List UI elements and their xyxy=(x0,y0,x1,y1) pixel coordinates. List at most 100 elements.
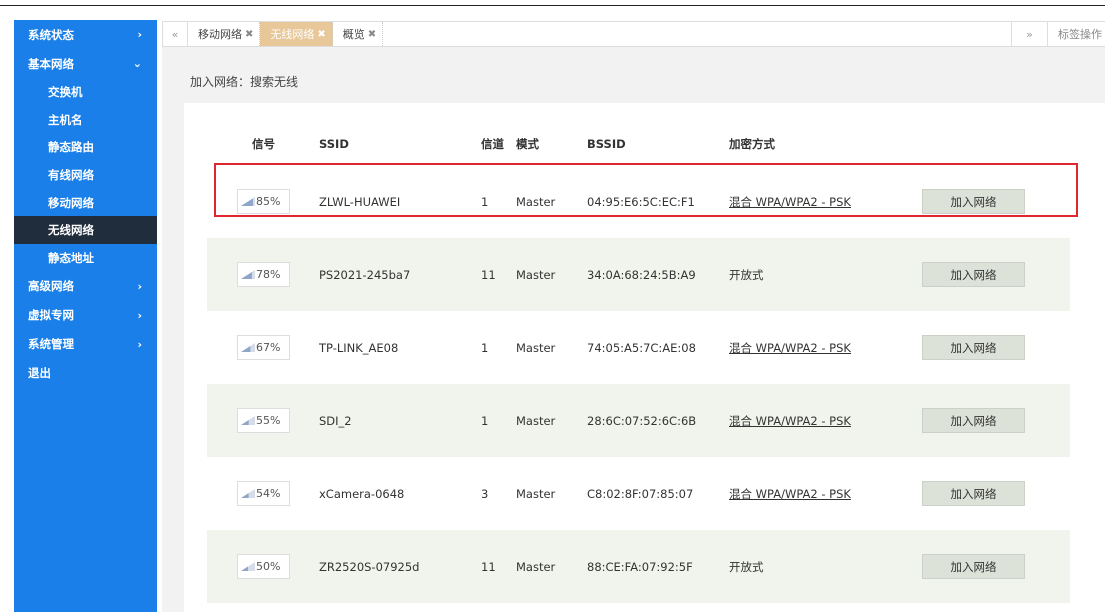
sidebar-item-system-status[interactable]: 系统状态 › xyxy=(14,20,157,49)
channel-cell: 1 xyxy=(481,413,489,428)
encryption-link[interactable]: 混合 WPA/WPA2 - PSK xyxy=(729,414,851,428)
sidebar-subitem-static-route[interactable]: 静态路由 xyxy=(14,133,157,161)
tab-list: 移动网络 ✖ 无线网络 ✖ 概览 ✖ xyxy=(187,22,384,46)
table-row: 54% xCamera-0648 3 Master C8:02:8F:07:85:07 混… xyxy=(207,457,1070,530)
encryption-cell: 混合 WPA/WPA2 - PSK xyxy=(728,340,920,356)
encryption-cell: 混合 WPA/WPA2 - PSK xyxy=(728,486,920,502)
close-icon[interactable]: ✖ xyxy=(245,29,253,40)
signal-value: 85% xyxy=(256,195,281,208)
bssid-cell: 74:05:A5:7C:AE:08 xyxy=(587,340,696,355)
close-icon[interactable]: ✖ xyxy=(368,29,376,40)
tab-label: 概览 xyxy=(342,28,365,41)
signal-indicator: 67% xyxy=(237,335,290,360)
sidebar-item-system-management[interactable]: 系统管理 › xyxy=(14,330,157,359)
mode-cell: Master xyxy=(516,267,556,282)
channel-cell: 1 xyxy=(481,340,489,355)
sidebar-subitem-mobile-network[interactable]: 移动网络 xyxy=(14,189,157,217)
tab-overview[interactable]: 概览 ✖ xyxy=(333,22,384,46)
tab-label: 无线网络 xyxy=(270,28,315,41)
table-row: 85% ZLWL-HUAWEI 1 Master 04:95:E6:5C:EC:F1 混合… xyxy=(207,165,1070,238)
table-row: 55% SDI_2 1 Master 28:6C:07:52:6C:6B 混合 WPA/W… xyxy=(207,384,1070,457)
signal-cell: 67% xyxy=(207,335,302,360)
join-network-button[interactable]: 加入网络 xyxy=(922,335,1025,360)
signal-indicator: 78% xyxy=(237,262,290,287)
signal-cell: 50% xyxy=(207,554,302,579)
signal-value: 78% xyxy=(256,268,281,281)
sidebar-item-label: 高级网络 xyxy=(28,279,74,294)
chevron-right-icon: › xyxy=(137,337,142,351)
signal-cell: 55% xyxy=(207,408,302,433)
wireless-scan-panel: 信号 SSID 信道 模式 BSSID 加密方式 85% ZLWL-HUAWEI 1… xyxy=(184,103,1105,612)
action-cell: 加入网络 xyxy=(920,189,1070,214)
encryption-link[interactable]: 混合 WPA/WPA2 - PSK xyxy=(729,487,851,501)
signal-strength-icon xyxy=(241,489,255,498)
header-signal: 信号 xyxy=(252,136,275,151)
mode-cell: Master xyxy=(516,559,556,574)
close-icon[interactable]: ✖ xyxy=(317,29,325,40)
join-network-button[interactable]: 加入网络 xyxy=(922,554,1025,579)
header-ssid: SSID xyxy=(319,136,349,151)
sidebar-item-vpn[interactable]: 虚拟专网 › xyxy=(14,301,157,330)
chevron-down-icon: ⌄ xyxy=(132,57,142,70)
table-body: 85% ZLWL-HUAWEI 1 Master 04:95:E6:5C:EC:F1 混合… xyxy=(207,165,1070,603)
encryption-link[interactable]: 混合 WPA/WPA2 - PSK xyxy=(729,195,851,209)
mode-cell: Master xyxy=(516,340,556,355)
chevron-right-icon: › xyxy=(137,279,142,293)
encryption-link[interactable]: 混合 WPA/WPA2 - PSK xyxy=(729,341,851,355)
sidebar-subitem-switch[interactable]: 交换机 xyxy=(14,78,157,106)
sidebar-item-advanced-network[interactable]: 高级网络 › xyxy=(14,272,157,301)
sidebar-item-logout[interactable]: 退出 xyxy=(14,359,157,388)
channel-cell: 11 xyxy=(481,559,496,574)
signal-value: 54% xyxy=(256,487,281,500)
sidebar-item-label: 虚拟专网 xyxy=(28,308,74,323)
sidebar-subitem-wired-network[interactable]: 有线网络 xyxy=(14,161,157,189)
signal-indicator: 50% xyxy=(237,554,290,579)
action-cell: 加入网络 xyxy=(920,481,1070,506)
signal-value: 55% xyxy=(256,414,281,427)
tab-mobile-network[interactable]: 移动网络 ✖ xyxy=(188,22,261,46)
action-cell: 加入网络 xyxy=(920,408,1070,433)
sidebar-subitem-wireless-network[interactable]: 无线网络 xyxy=(14,216,157,245)
join-network-button[interactable]: 加入网络 xyxy=(922,481,1025,506)
sidebar-item-label: 退出 xyxy=(28,366,51,381)
tab-prev-icon[interactable]: « xyxy=(163,22,187,46)
table-header: 信号 SSID 信道 模式 BSSID 加密方式 xyxy=(207,122,1070,165)
sidebar-item-label: 基本网络 xyxy=(28,56,74,71)
mode-cell: Master xyxy=(516,194,556,209)
header-bssid: BSSID xyxy=(587,136,626,151)
tab-operations-dropdown[interactable]: 标签操作 ▾ xyxy=(1047,22,1105,46)
signal-strength-icon xyxy=(241,416,255,425)
bssid-cell: 04:95:E6:5C:EC:F1 xyxy=(587,194,695,209)
ssid-cell: xCamera-0648 xyxy=(319,486,405,501)
bssid-cell: C8:02:8F:07:85:07 xyxy=(587,486,694,501)
wireless-network-table: 信号 SSID 信道 模式 BSSID 加密方式 85% ZLWL-HUAWEI 1… xyxy=(207,122,1070,603)
tab-next-icon[interactable]: » xyxy=(1011,22,1047,46)
tab-wireless-network[interactable]: 无线网络 ✖ xyxy=(260,22,333,46)
tab-label: 移动网络 xyxy=(198,28,242,41)
encryption-text: 开放式 xyxy=(729,267,764,282)
action-cell: 加入网络 xyxy=(920,554,1070,579)
join-network-button[interactable]: 加入网络 xyxy=(922,262,1025,287)
tab-controls: » 标签操作 ▾ xyxy=(1011,22,1105,46)
encryption-cell: 混合 WPA/WPA2 - PSK xyxy=(728,413,920,429)
sidebar-item-label: 系统管理 xyxy=(28,337,74,352)
ssid-cell: SDI_2 xyxy=(319,413,352,428)
encryption-cell: 混合 WPA/WPA2 - PSK xyxy=(728,194,920,210)
encryption-cell: 开放式 xyxy=(728,267,920,283)
signal-cell: 54% xyxy=(207,481,302,506)
sidebar: 系统状态 › 基本网络 ⌄ 交换机 主机名 静态路由 有线网络 移动网络 无线网… xyxy=(14,20,157,612)
encryption-text: 开放式 xyxy=(729,559,764,574)
table-row: 67% TP-LINK_AE08 1 Master 74:05:A5:7C:AE:08 混… xyxy=(207,311,1070,384)
table-row: 78% PS2021-245ba7 11 Master 34:0A:68:24:5B:A… xyxy=(207,238,1070,311)
signal-cell: 85% xyxy=(207,189,302,214)
ssid-cell: TP-LINK_AE08 xyxy=(319,340,399,355)
bssid-cell: 28:6C:07:52:6C:6B xyxy=(587,413,697,428)
sidebar-subitem-hostname[interactable]: 主机名 xyxy=(14,106,157,134)
sidebar-item-basic-network[interactable]: 基本网络 ⌄ xyxy=(14,49,157,78)
ssid-cell: ZR2520S-07925d xyxy=(319,559,420,574)
join-network-button[interactable]: 加入网络 xyxy=(922,408,1025,433)
ssid-cell: ZLWL-HUAWEI xyxy=(319,194,401,209)
top-border xyxy=(0,0,1105,6)
join-network-button[interactable]: 加入网络 xyxy=(922,189,1025,214)
sidebar-subitem-static-address[interactable]: 静态地址 xyxy=(14,244,157,272)
